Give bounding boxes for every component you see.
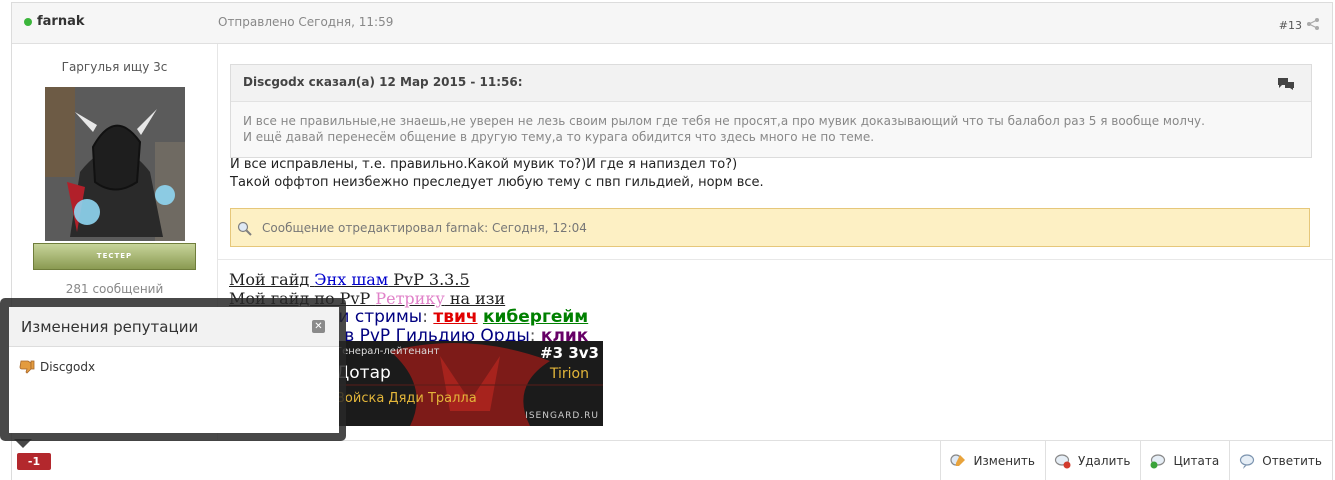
popup-pointer (14, 439, 32, 448)
post-footer: -1 Изменить Удалить Цитата Ответить (12, 440, 1332, 480)
delete-icon (1054, 453, 1071, 468)
reputation-popup-body: Изменения репутации ✕ Discgodx (9, 307, 339, 433)
reply-icon (1240, 453, 1255, 469)
user-title: Гаргулья ищу 3с (61, 60, 168, 74)
edit-button[interactable]: Изменить (940, 441, 1045, 480)
sig-link-enh-shaman[interactable]: Энх шам (314, 270, 388, 289)
post-message: И все исправлены, т.е. правильно.Какой м… (230, 156, 764, 192)
message-line: И все исправлены, т.е. правильно.Какой м… (230, 157, 738, 172)
sig-text: : (422, 307, 434, 327)
reputation-popup-title: Изменения репутации (21, 318, 199, 336)
banner-realm: Tirion (549, 366, 589, 382)
quote-line: И ещё давай перенесём общение в другую т… (243, 130, 875, 144)
close-icon[interactable]: ✕ (312, 320, 325, 333)
magnifier-edit-icon (237, 221, 252, 236)
post-header: farnak Отправлено Сегодня, 11:59 #13 (12, 3, 1332, 44)
sig-link-retri[interactable]: Ретрику (375, 289, 444, 308)
reputation-popup-header: Изменения репутации ✕ (9, 307, 339, 347)
banner-site: ISENGARD.RU (525, 411, 599, 421)
signature-line-guide-enh: Мой гайд Энх шам PvP 3.3.5 (229, 270, 588, 289)
reputation-badge[interactable]: -1 (17, 453, 51, 470)
delete-label: Удалить (1077, 453, 1131, 468)
quote-button[interactable]: Цитата (1140, 441, 1229, 480)
avatar[interactable]: B (45, 87, 185, 241)
sig-text: PvP 3.3.5 (388, 270, 470, 289)
share-icon[interactable] (1306, 17, 1320, 31)
speech-bubbles-icon (1278, 78, 1294, 90)
reputation-voter[interactable]: Discgodx (19, 359, 95, 375)
quote-label: Цитата (1173, 453, 1220, 468)
quote-text: И все не правильные,не знаешь,не уверен … (243, 113, 1205, 145)
banner-guild: Войска Дяди Тралла (336, 391, 477, 406)
post-date: Отправлено Сегодня, 11:59 (218, 15, 394, 29)
quote-block: Discgodx сказал(а) 12 Мар 2015 - 11:56: … (230, 64, 1312, 158)
post-actions: Изменить Удалить Цитата Ответить (940, 441, 1332, 480)
reputation-voter-name: Discgodx (40, 360, 96, 374)
edited-text: Сообщение отредактировал farnak: Сегодня… (262, 221, 587, 235)
banner-rating: #3 3v3 (540, 344, 599, 362)
online-status-icon (24, 18, 32, 26)
reputation-popup: Изменения репутации ✕ Discgodx (0, 298, 346, 448)
signature: Мой гайд Энх шам PvP 3.3.5 Мой гайд по P… (218, 259, 1332, 426)
banner-rank: Генерал-лейтенант (336, 346, 440, 357)
sig-text: Мой гайд (229, 270, 315, 289)
sig-link-twitch[interactable]: твич (433, 307, 477, 327)
reply-label: Ответить (1262, 453, 1322, 468)
delete-button[interactable]: Удалить (1044, 441, 1141, 480)
character-banner[interactable]: Генерал-лейтенант #3 3v3 Дотар Tirion Во… (330, 341, 603, 426)
edited-notice: Сообщение отредактировал farnak: Сегодня… (230, 208, 1310, 247)
sig-link-cybergame[interactable]: кибергейм (483, 307, 588, 327)
reply-button[interactable]: Ответить (1229, 441, 1332, 480)
thumbs-down-icon (19, 360, 35, 374)
quote-icon (1150, 453, 1166, 468)
sig-text: на изи (444, 289, 506, 308)
message-line: Такой оффтоп неизбежно преследует любую … (230, 175, 764, 190)
quote-header: Discgodx сказал(а) 12 Мар 2015 - 11:56: (231, 65, 1311, 102)
quote-line: И все не правильные,не знаешь,не уверен … (243, 114, 1205, 128)
quote-author: Discgodx сказал(а) 12 Мар 2015 - 11:56: (243, 75, 523, 89)
author-name-link[interactable]: farnak (37, 14, 85, 29)
message-count: 281 сообщений (65, 282, 164, 296)
group-badge-tester: ТЕСТЕР (33, 243, 196, 270)
edit-icon (950, 453, 966, 466)
gargoyle-avatar-image (45, 87, 185, 241)
post-number-link[interactable]: #13 (1279, 19, 1302, 32)
edit-label: Изменить (973, 453, 1035, 468)
